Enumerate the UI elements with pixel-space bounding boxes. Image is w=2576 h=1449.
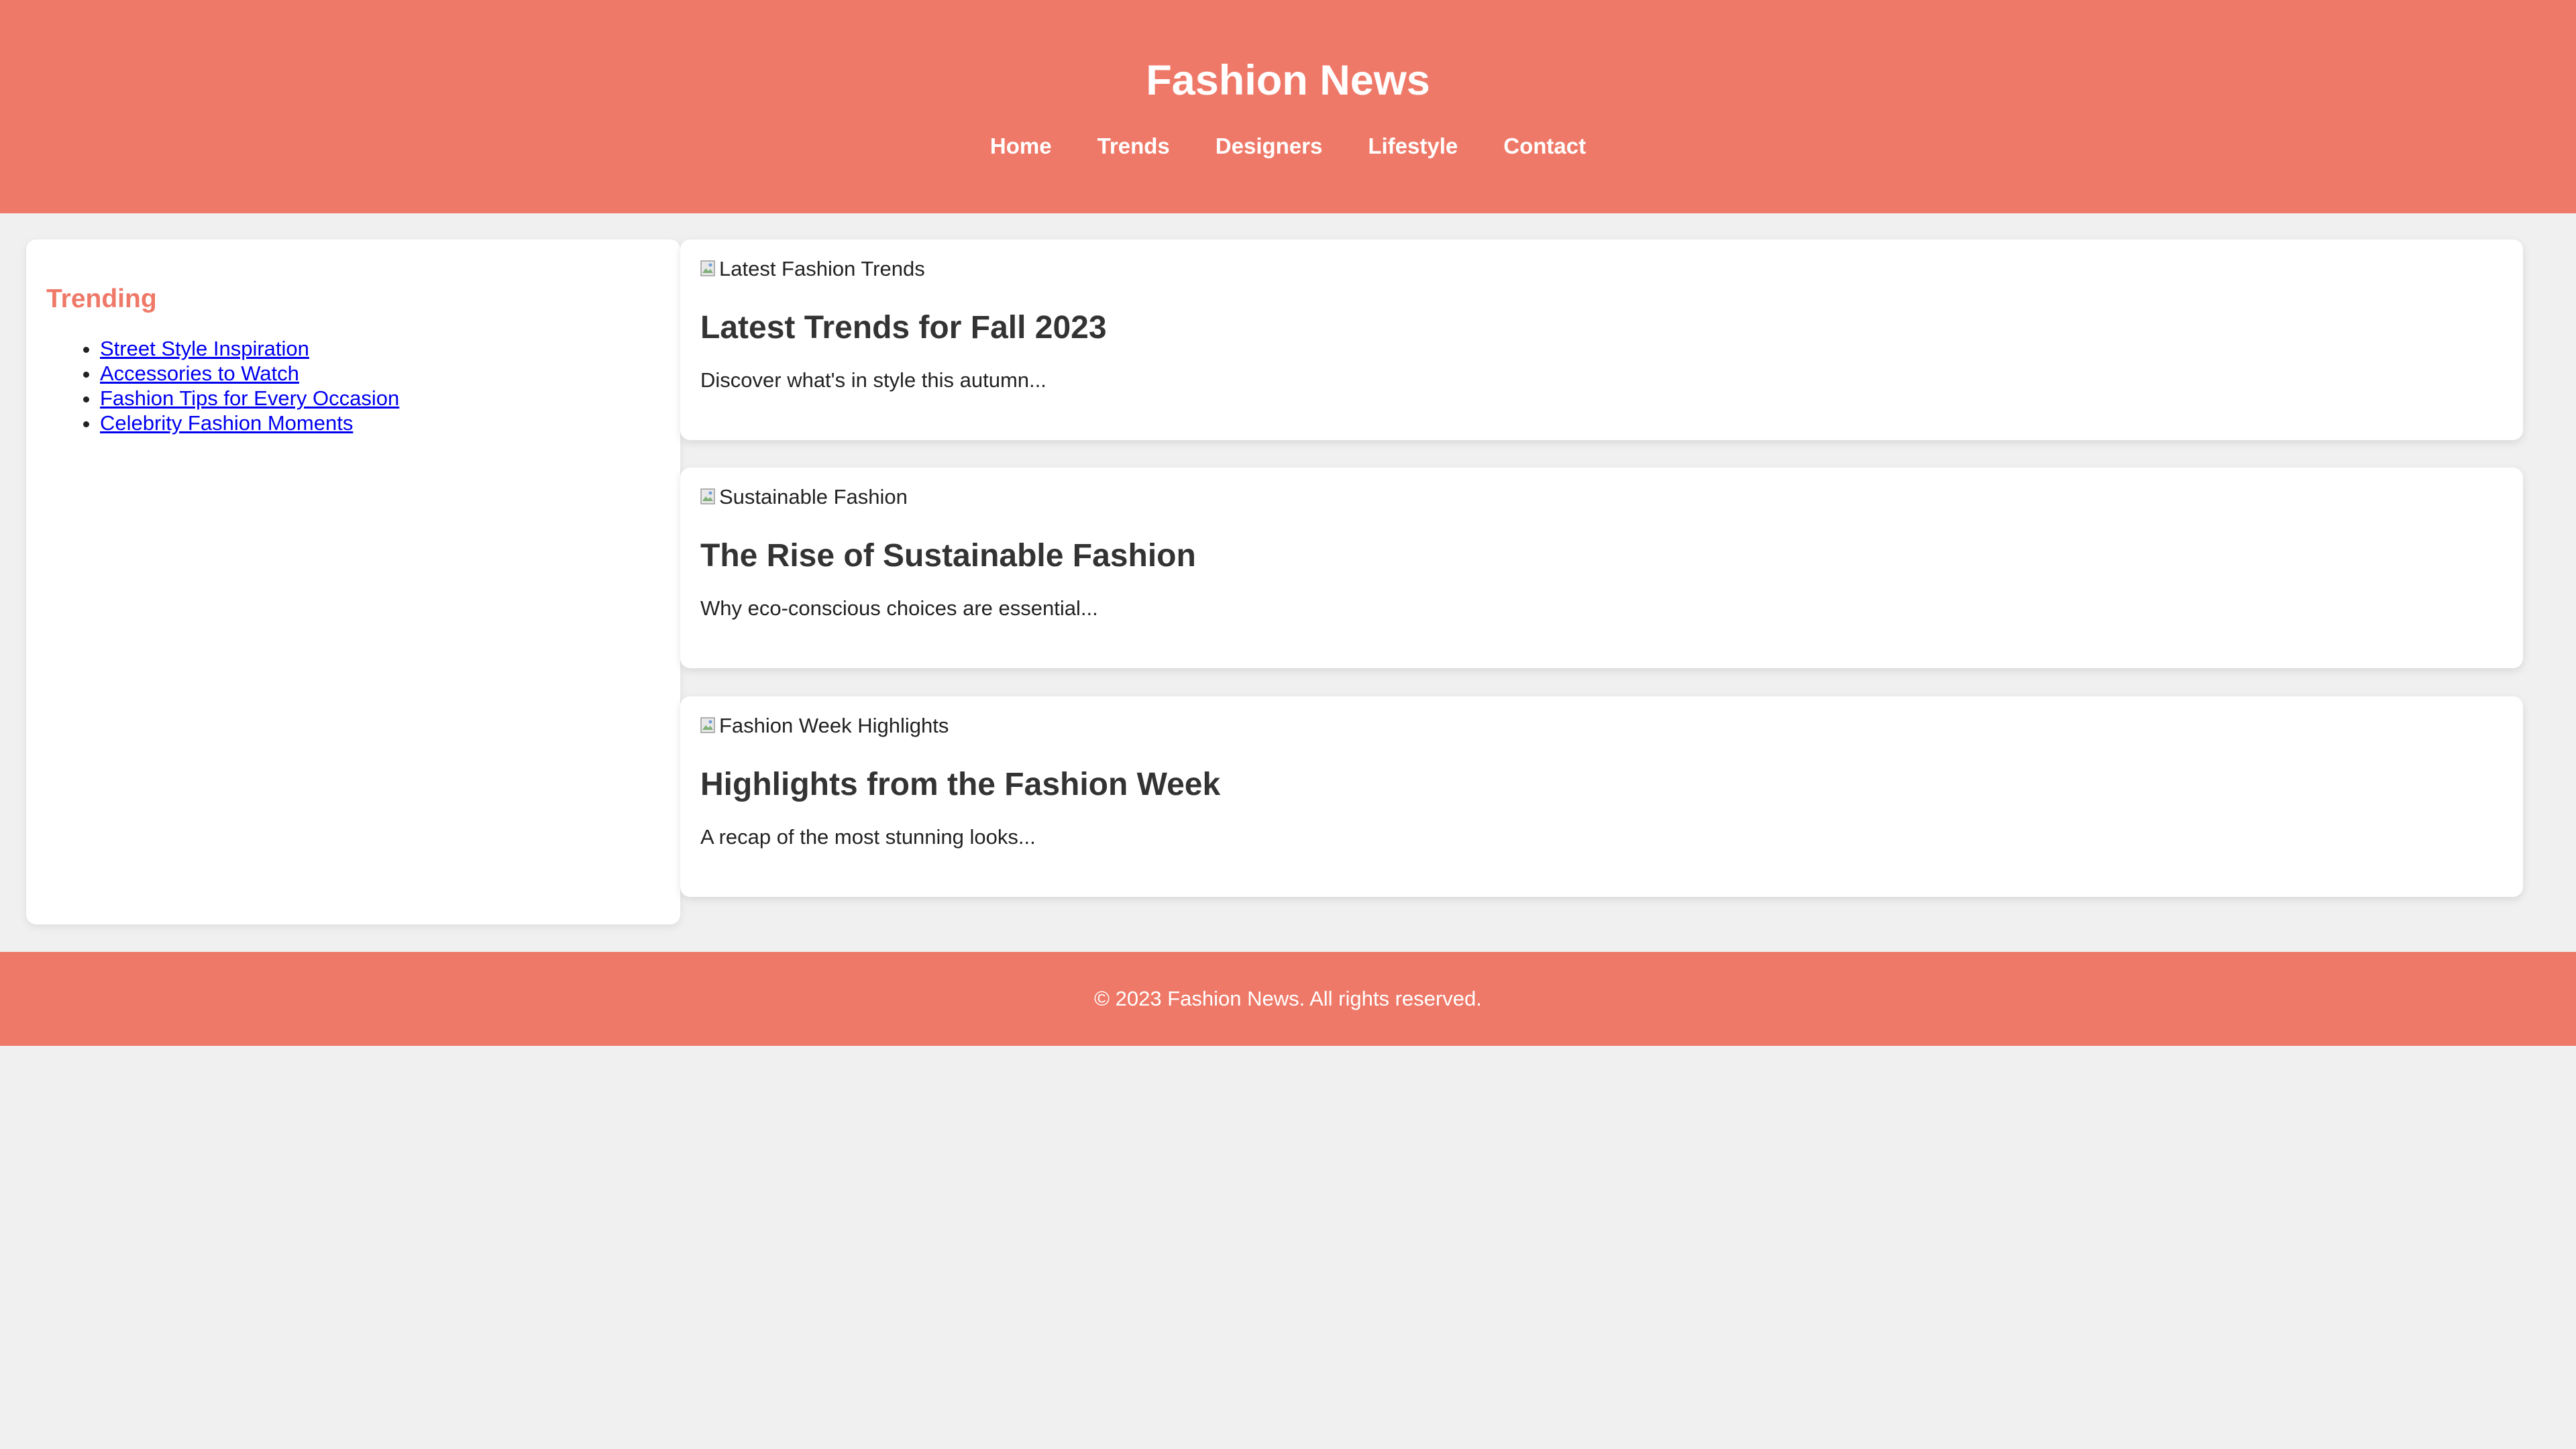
image-alt-text: Sustainable Fashion bbox=[719, 485, 908, 508]
trending-link-fashion-tips[interactable]: Fashion Tips for Every Occasion bbox=[100, 386, 399, 410]
broken-image-icon bbox=[700, 716, 718, 736]
nav-home[interactable]: Home bbox=[967, 131, 1075, 161]
site-title: Fashion News bbox=[1146, 57, 1430, 104]
image-alt-text: Fashion Week Highlights bbox=[719, 714, 949, 737]
nav-lifestyle[interactable]: Lifestyle bbox=[1345, 131, 1481, 161]
article-title: The Rise of Sustainable Fashion bbox=[700, 538, 1196, 574]
site-footer: © 2023 Fashion News. All rights reserved… bbox=[0, 952, 2576, 1046]
main-nav: Home Trends Designers Lifestyle Contact bbox=[0, 131, 2576, 161]
nav-trends[interactable]: Trends bbox=[1075, 131, 1193, 161]
image-alt-text: Latest Fashion Trends bbox=[719, 257, 925, 280]
list-item: Street Style Inspiration bbox=[100, 336, 660, 361]
copyright-text: © 2023 Fashion News. All rights reserved… bbox=[1094, 987, 1482, 1010]
article-card: Latest Fashion Trends Latest Trends for … bbox=[680, 239, 2523, 440]
sidebar-title: Trending bbox=[46, 284, 157, 313]
article-description: Discover what's in style this autumn... bbox=[700, 368, 1046, 392]
broken-image-icon bbox=[700, 487, 718, 507]
trending-link-celebrity[interactable]: Celebrity Fashion Moments bbox=[100, 411, 353, 435]
site-header: Fashion News Home Trends Designers Lifes… bbox=[0, 0, 2576, 213]
trending-list: Street Style Inspiration Accessories to … bbox=[46, 336, 660, 435]
article-image: Fashion Week Highlights bbox=[700, 712, 2503, 739]
article-image: Sustainable Fashion bbox=[700, 484, 2503, 511]
list-item: Celebrity Fashion Moments bbox=[100, 411, 660, 435]
article-title: Highlights from the Fashion Week bbox=[700, 767, 1221, 802]
article-image: Latest Fashion Trends bbox=[700, 256, 2503, 282]
list-item: Accessories to Watch bbox=[100, 361, 660, 386]
trending-sidebar: Trending Street Style Inspiration Access… bbox=[26, 239, 680, 924]
nav-designers[interactable]: Designers bbox=[1193, 131, 1346, 161]
article-description: A recap of the most stunning looks... bbox=[700, 825, 1036, 849]
list-item: Fashion Tips for Every Occasion bbox=[100, 386, 660, 411]
article-description: Why eco-conscious choices are essential.… bbox=[700, 596, 1098, 620]
article-card: Fashion Week Highlights Highlights from … bbox=[680, 696, 2523, 897]
nav-contact[interactable]: Contact bbox=[1481, 131, 1609, 161]
broken-image-icon bbox=[700, 259, 718, 279]
article-card: Sustainable Fashion The Rise of Sustaina… bbox=[680, 468, 2523, 668]
article-title: Latest Trends for Fall 2023 bbox=[700, 310, 1107, 345]
trending-link-accessories[interactable]: Accessories to Watch bbox=[100, 362, 299, 385]
trending-link-street-style[interactable]: Street Style Inspiration bbox=[100, 337, 309, 360]
